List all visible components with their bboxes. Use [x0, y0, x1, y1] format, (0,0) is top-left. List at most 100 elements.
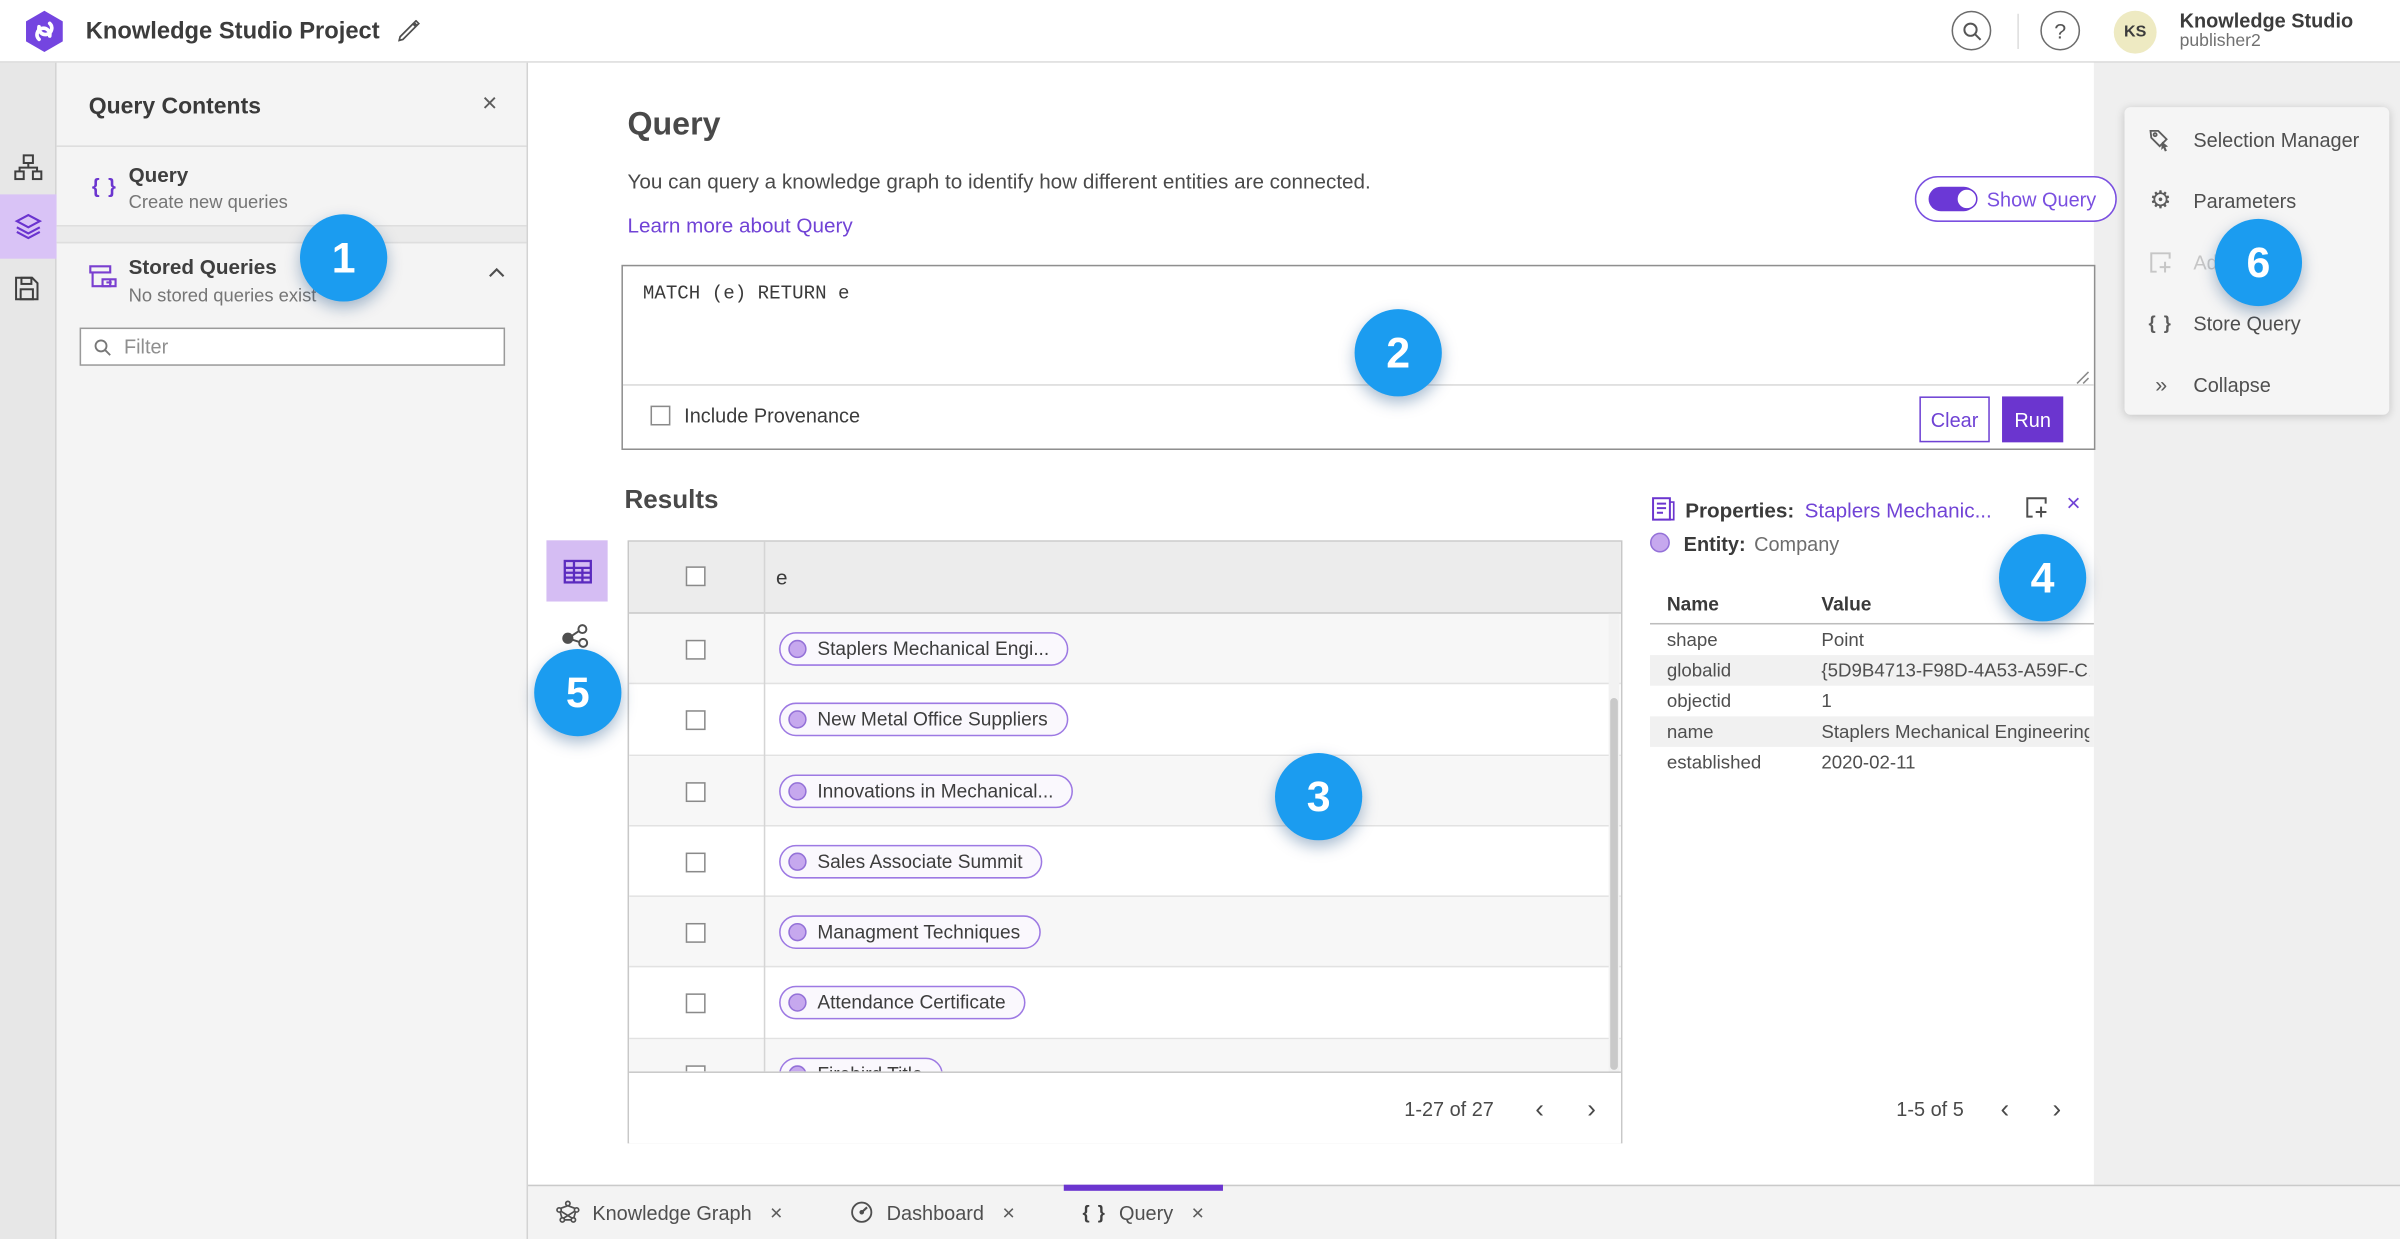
- bottom-tab-bar: Knowledge Graph × Dashboard × { } Query ×: [528, 1184, 2400, 1239]
- results-pagination-text: 1-27 of 27: [1404, 1097, 1494, 1121]
- entity-pill-label: New Metal Office Suppliers: [817, 709, 1048, 731]
- properties-label: Properties:: [1685, 498, 1795, 522]
- close-tab-icon[interactable]: ×: [1192, 1200, 1205, 1224]
- add-to-selection-icon[interactable]: [2023, 494, 2049, 520]
- help-button[interactable]: ?: [2040, 10, 2081, 51]
- sidebar-item-stored-queries[interactable]: Stored Queries No stored queries exist: [57, 245, 527, 331]
- table-row[interactable]: New Metal Office Suppliers: [629, 685, 1621, 756]
- entity-dot-icon: [788, 852, 807, 871]
- table-view-button[interactable]: [546, 540, 608, 602]
- row-checkbox[interactable]: [685, 923, 706, 944]
- include-provenance-option[interactable]: Include Provenance: [650, 404, 860, 427]
- tab-label: Knowledge Graph: [592, 1201, 752, 1225]
- filter-input[interactable]: [123, 335, 492, 359]
- editor-footer-divider: [622, 384, 2094, 386]
- braces-dark-icon: { }: [1082, 1201, 1107, 1224]
- column-divider: [763, 541, 766, 1072]
- properties-entity-link[interactable]: Staplers Mechanic...: [1805, 499, 1992, 522]
- table-row[interactable]: Staplers Mechanical Engi...: [629, 613, 1621, 685]
- layers-icon[interactable]: [14, 211, 43, 240]
- property-value: Staplers Mechanical Engineering: [1821, 720, 2090, 743]
- scrollbar-thumb[interactable]: [1610, 697, 1618, 1070]
- query-item-subtitle: Create new queries: [128, 191, 288, 213]
- run-button[interactable]: Run: [2002, 396, 2064, 443]
- sidebar-item-query[interactable]: { } Query Create new queries: [57, 147, 527, 225]
- filter-field: [79, 327, 506, 366]
- save-icon[interactable]: [14, 276, 43, 305]
- include-provenance-checkbox[interactable]: [650, 405, 671, 426]
- section-gap: [56, 224, 527, 244]
- entity-pill[interactable]: Innovations in Mechanical...: [779, 773, 1074, 808]
- user-role: publisher2: [2179, 32, 2261, 51]
- close-panel-icon[interactable]: ×: [482, 89, 497, 120]
- graph-icon: [556, 1200, 580, 1224]
- property-value: 2020-02-11: [1821, 751, 1916, 773]
- entity-pill[interactable]: New Metal Office Suppliers: [779, 703, 1068, 737]
- learn-more-link[interactable]: Learn more about Query: [628, 214, 853, 237]
- panel-title: Query Contents: [88, 93, 261, 120]
- table-row[interactable]: Sales Associate Summit: [629, 826, 1621, 898]
- row-checkbox[interactable]: [685, 852, 706, 873]
- menu-item-label: Selection Manager: [2193, 127, 2360, 151]
- clear-button[interactable]: Clear: [1919, 396, 1990, 443]
- show-query-label: Show Query: [1986, 187, 2097, 211]
- table-row[interactable]: Attendance Certificate: [629, 968, 1621, 1039]
- table-row[interactable]: Managment Techniques: [629, 897, 1621, 969]
- braces-icon: { }: [91, 174, 118, 198]
- row-checkbox[interactable]: [685, 781, 706, 802]
- close-tab-icon[interactable]: ×: [1002, 1200, 1015, 1224]
- entity-pill[interactable]: Attendance Certificate: [779, 986, 1026, 1021]
- row-checkbox[interactable]: [685, 994, 706, 1015]
- search-icon: [93, 337, 111, 355]
- property-row: globalid {5D9B4713-F98D-4A53-A59F-C11...: [1649, 655, 2094, 686]
- entity-pill[interactable]: Managment Techniques: [779, 915, 1041, 950]
- property-value: Point: [1821, 629, 1864, 651]
- entity-pill-label: Firebird Title: [817, 1063, 922, 1071]
- braces-icon: { }: [2148, 312, 2173, 334]
- entity-pill-label: Innovations in Mechanical...: [817, 779, 1054, 802]
- edit-title-icon[interactable]: [398, 19, 422, 44]
- prop-col-name: Name: [1666, 593, 1719, 616]
- app-logo-icon[interactable]: [23, 9, 66, 53]
- entity-pill[interactable]: Firebird Title: [779, 1057, 943, 1072]
- project-title: Knowledge Studio Project: [85, 18, 380, 45]
- table-row[interactable]: Firebird Title: [629, 1038, 1621, 1072]
- entity-dot-icon: [788, 639, 807, 659]
- search-button[interactable]: [1951, 10, 1992, 51]
- prop-col-value: Value: [1821, 593, 1872, 616]
- results-table: e Staplers Mechanical Engi... New Metal O…: [627, 540, 1623, 1144]
- property-value: 1: [1821, 690, 1832, 712]
- row-checkbox[interactable]: [685, 710, 706, 731]
- show-query-toggle[interactable]: Show Query: [1914, 176, 2117, 222]
- prop-prev-page-icon[interactable]: ‹: [2001, 1096, 2010, 1122]
- stored-queries-title: Stored Queries: [128, 255, 277, 279]
- entity-pill[interactable]: Staplers Mechanical Engi...: [779, 632, 1070, 666]
- prev-page-icon[interactable]: ‹: [1535, 1096, 1544, 1122]
- close-tab-icon[interactable]: ×: [770, 1200, 783, 1224]
- row-checkbox[interactable]: [685, 639, 706, 660]
- select-all-checkbox[interactable]: [685, 566, 706, 587]
- close-properties-icon[interactable]: ×: [2066, 491, 2080, 519]
- annotation-badge-2: 2: [1354, 309, 1442, 397]
- menu-item-collapse[interactable]: » Collapse: [2124, 354, 2389, 415]
- tab-dashboard[interactable]: Dashboard ×: [832, 1186, 1034, 1239]
- avatar[interactable]: KS: [2113, 10, 2157, 54]
- tab-label: Query: [1118, 1201, 1174, 1225]
- selection-manager-icon: [2147, 126, 2173, 152]
- results-scrollbar[interactable]: [1608, 613, 1620, 1072]
- resize-handle-icon[interactable]: [2076, 370, 2090, 384]
- menu-item-selection-manager[interactable]: Selection Manager: [2124, 109, 2389, 170]
- entity-value: Company: [1754, 532, 1840, 556]
- entity-pill[interactable]: Sales Associate Summit: [779, 844, 1043, 879]
- tab-query[interactable]: { } Query ×: [1063, 1184, 1223, 1239]
- next-page-icon[interactable]: ›: [1587, 1096, 1596, 1122]
- prop-next-page-icon[interactable]: ›: [2053, 1096, 2062, 1122]
- knowledge-studio-app: Knowledge Studio Project ? KS Knowledge …: [0, 0, 2400, 1239]
- tab-knowledge-graph[interactable]: Knowledge Graph ×: [537, 1186, 801, 1239]
- table-row[interactable]: Innovations in Mechanical...: [629, 755, 1621, 827]
- schema-sitemap-icon[interactable]: [14, 153, 43, 182]
- toggle-switch: [1928, 186, 1978, 212]
- chevron-up-icon[interactable]: [487, 263, 507, 283]
- entity-pill-label: Managment Techniques: [817, 921, 1021, 944]
- gear-icon: ⚙: [2149, 185, 2172, 215]
